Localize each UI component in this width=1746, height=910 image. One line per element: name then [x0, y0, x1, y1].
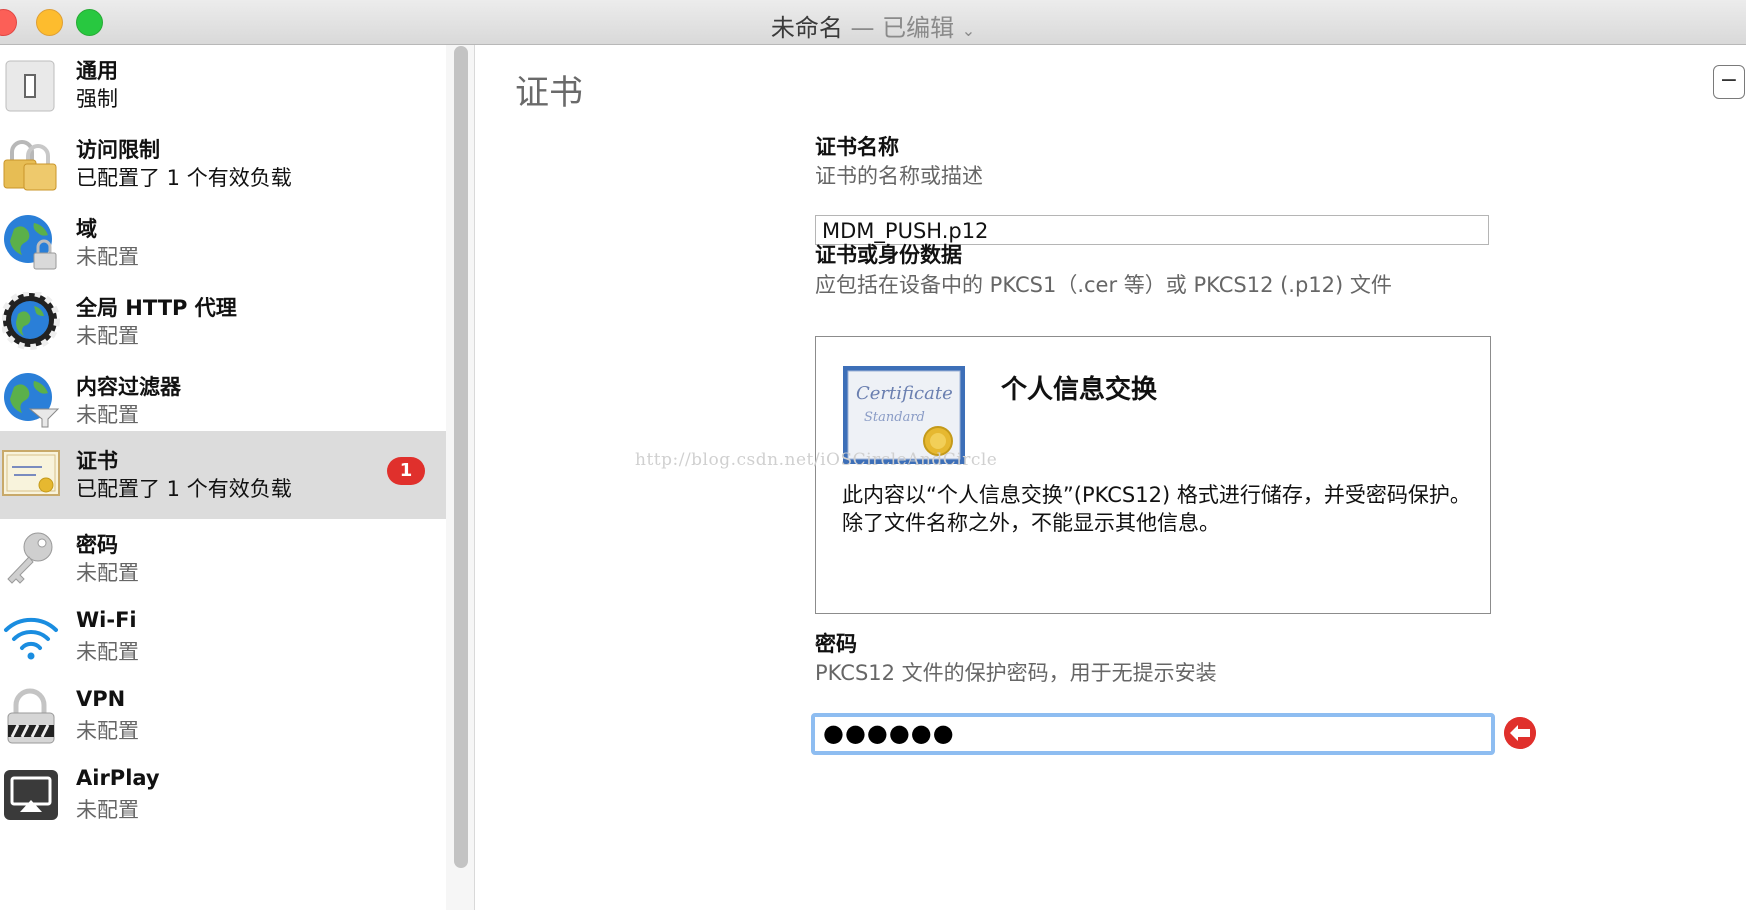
error-count-badge: 1: [387, 457, 425, 485]
switch-icon: [5, 60, 55, 112]
error-arrow-icon[interactable]: [1504, 717, 1536, 749]
globe-filter-icon: [4, 373, 60, 428]
certificate-image-subtext: Standard: [864, 410, 925, 425]
certificate-icon: [2, 450, 60, 496]
sidebar-item-label: 证书: [76, 449, 118, 473]
padlocks-icon: [3, 140, 57, 191]
sidebar-item-passcode[interactable]: 密码 未配置: [0, 519, 446, 607]
globe-lock-icon: [4, 215, 57, 270]
password-value: ●●●●●●: [823, 719, 955, 747]
payload-sidebar: 通用 强制 访问限制 已配置了 1 个有效负载 域 未配置 全局 HTTP 代理…: [0, 45, 447, 910]
chevron-down-icon[interactable]: ⌄: [962, 21, 975, 40]
sidebar-item-status: 未配置: [76, 640, 139, 664]
sidebar-item-status: 未配置: [76, 324, 139, 348]
airplay-icon: [4, 770, 58, 820]
sidebar-item-wifi[interactable]: Wi-Fi 未配置: [0, 598, 446, 686]
cert-name-label: 证书名称: [815, 135, 899, 159]
page-title: 证书: [515, 73, 583, 113]
sidebar-item-label: 域: [76, 217, 97, 241]
sidebar-item-http-proxy[interactable]: 全局 HTTP 代理 未配置: [0, 282, 446, 370]
sidebar-item-label: 访问限制: [76, 138, 160, 162]
password-description: PKCS12 文件的保护密码，用于无提示安装: [815, 661, 1217, 685]
sidebar-item-label: VPN: [76, 687, 126, 711]
password-label: 密码: [815, 632, 857, 656]
sidebar-item-status: 已配置了 1 个有效负载: [76, 477, 292, 501]
sidebar-item-general[interactable]: 通用 强制: [0, 45, 446, 133]
window-title-text: 未命名: [770, 14, 843, 42]
sidebar-item-certificate[interactable]: 证书 已配置了 1 个有效负载 1: [0, 431, 446, 519]
cert-card-description: 此内容以“个人信息交换”(PKCS12) 格式进行储存，并受密码保护。除了文件名…: [842, 483, 1471, 535]
window-title[interactable]: 未命名 — 已编辑 ⌄: [0, 8, 1746, 43]
sidebar-item-status: 未配置: [76, 561, 139, 585]
sidebar-scrollbar-thumb[interactable]: [454, 46, 468, 868]
wifi-icon: [4, 617, 58, 660]
globe-proxy-icon: [2, 292, 60, 350]
remove-payload-button[interactable]: −: [1713, 65, 1745, 99]
cert-data-description: 应包括在设备中的 PKCS1（.cer 等）或 PKCS12 (.p12) 文件: [815, 273, 1392, 297]
vpn-lock-icon: [7, 688, 55, 744]
certificate-image-text: Certificate: [856, 383, 953, 404]
sidebar-item-label: 全局 HTTP 代理: [76, 296, 237, 320]
cert-card-title: 个人信息交换: [1001, 375, 1158, 405]
sidebar-item-label: 密码: [76, 533, 118, 557]
sidebar-item-airplay[interactable]: AirPlay 未配置: [0, 756, 446, 844]
sidebar-item-status: 未配置: [76, 245, 139, 269]
sidebar-item-label: 内容过滤器: [76, 375, 181, 399]
sidebar-item-status: 未配置: [76, 798, 139, 822]
title-bar: 未命名 — 已编辑 ⌄: [0, 0, 1746, 45]
sidebar-item-status: 强制: [76, 87, 118, 111]
cert-name-description: 证书的名称或描述: [815, 164, 983, 188]
sidebar-item-label: AirPlay: [76, 766, 160, 790]
watermark-text: http://blog.csdn.net/iOSCircleAndCircle: [635, 450, 998, 470]
sidebar-item-status: 未配置: [76, 403, 139, 427]
sidebar-item-status: 未配置: [76, 719, 139, 743]
cert-drop-area[interactable]: Certificate Standard 个人信息交换 此内容以“个人信息交换”…: [815, 336, 1491, 614]
sidebar-item-vpn[interactable]: VPN 未配置: [0, 677, 446, 765]
sidebar-item-domains[interactable]: 域 未配置: [0, 203, 446, 291]
window-title-edited: — 已编辑: [850, 14, 955, 42]
sidebar-item-status: 已配置了 1 个有效负载: [76, 166, 292, 190]
sidebar-item-label: 通用: [76, 59, 118, 83]
password-input[interactable]: ●●●●●●: [811, 713, 1495, 755]
certificate-payload-panel: 证书 − 证书名称 证书的名称或描述 MDM_PUSH.p12 证书或身份数据 …: [475, 45, 1746, 910]
key-icon: [7, 532, 53, 584]
sidebar-item-label: Wi-Fi: [76, 608, 137, 632]
cert-data-label: 证书或身份数据: [815, 243, 962, 267]
sidebar-item-restrictions[interactable]: 访问限制 已配置了 1 个有效负载: [0, 124, 446, 212]
